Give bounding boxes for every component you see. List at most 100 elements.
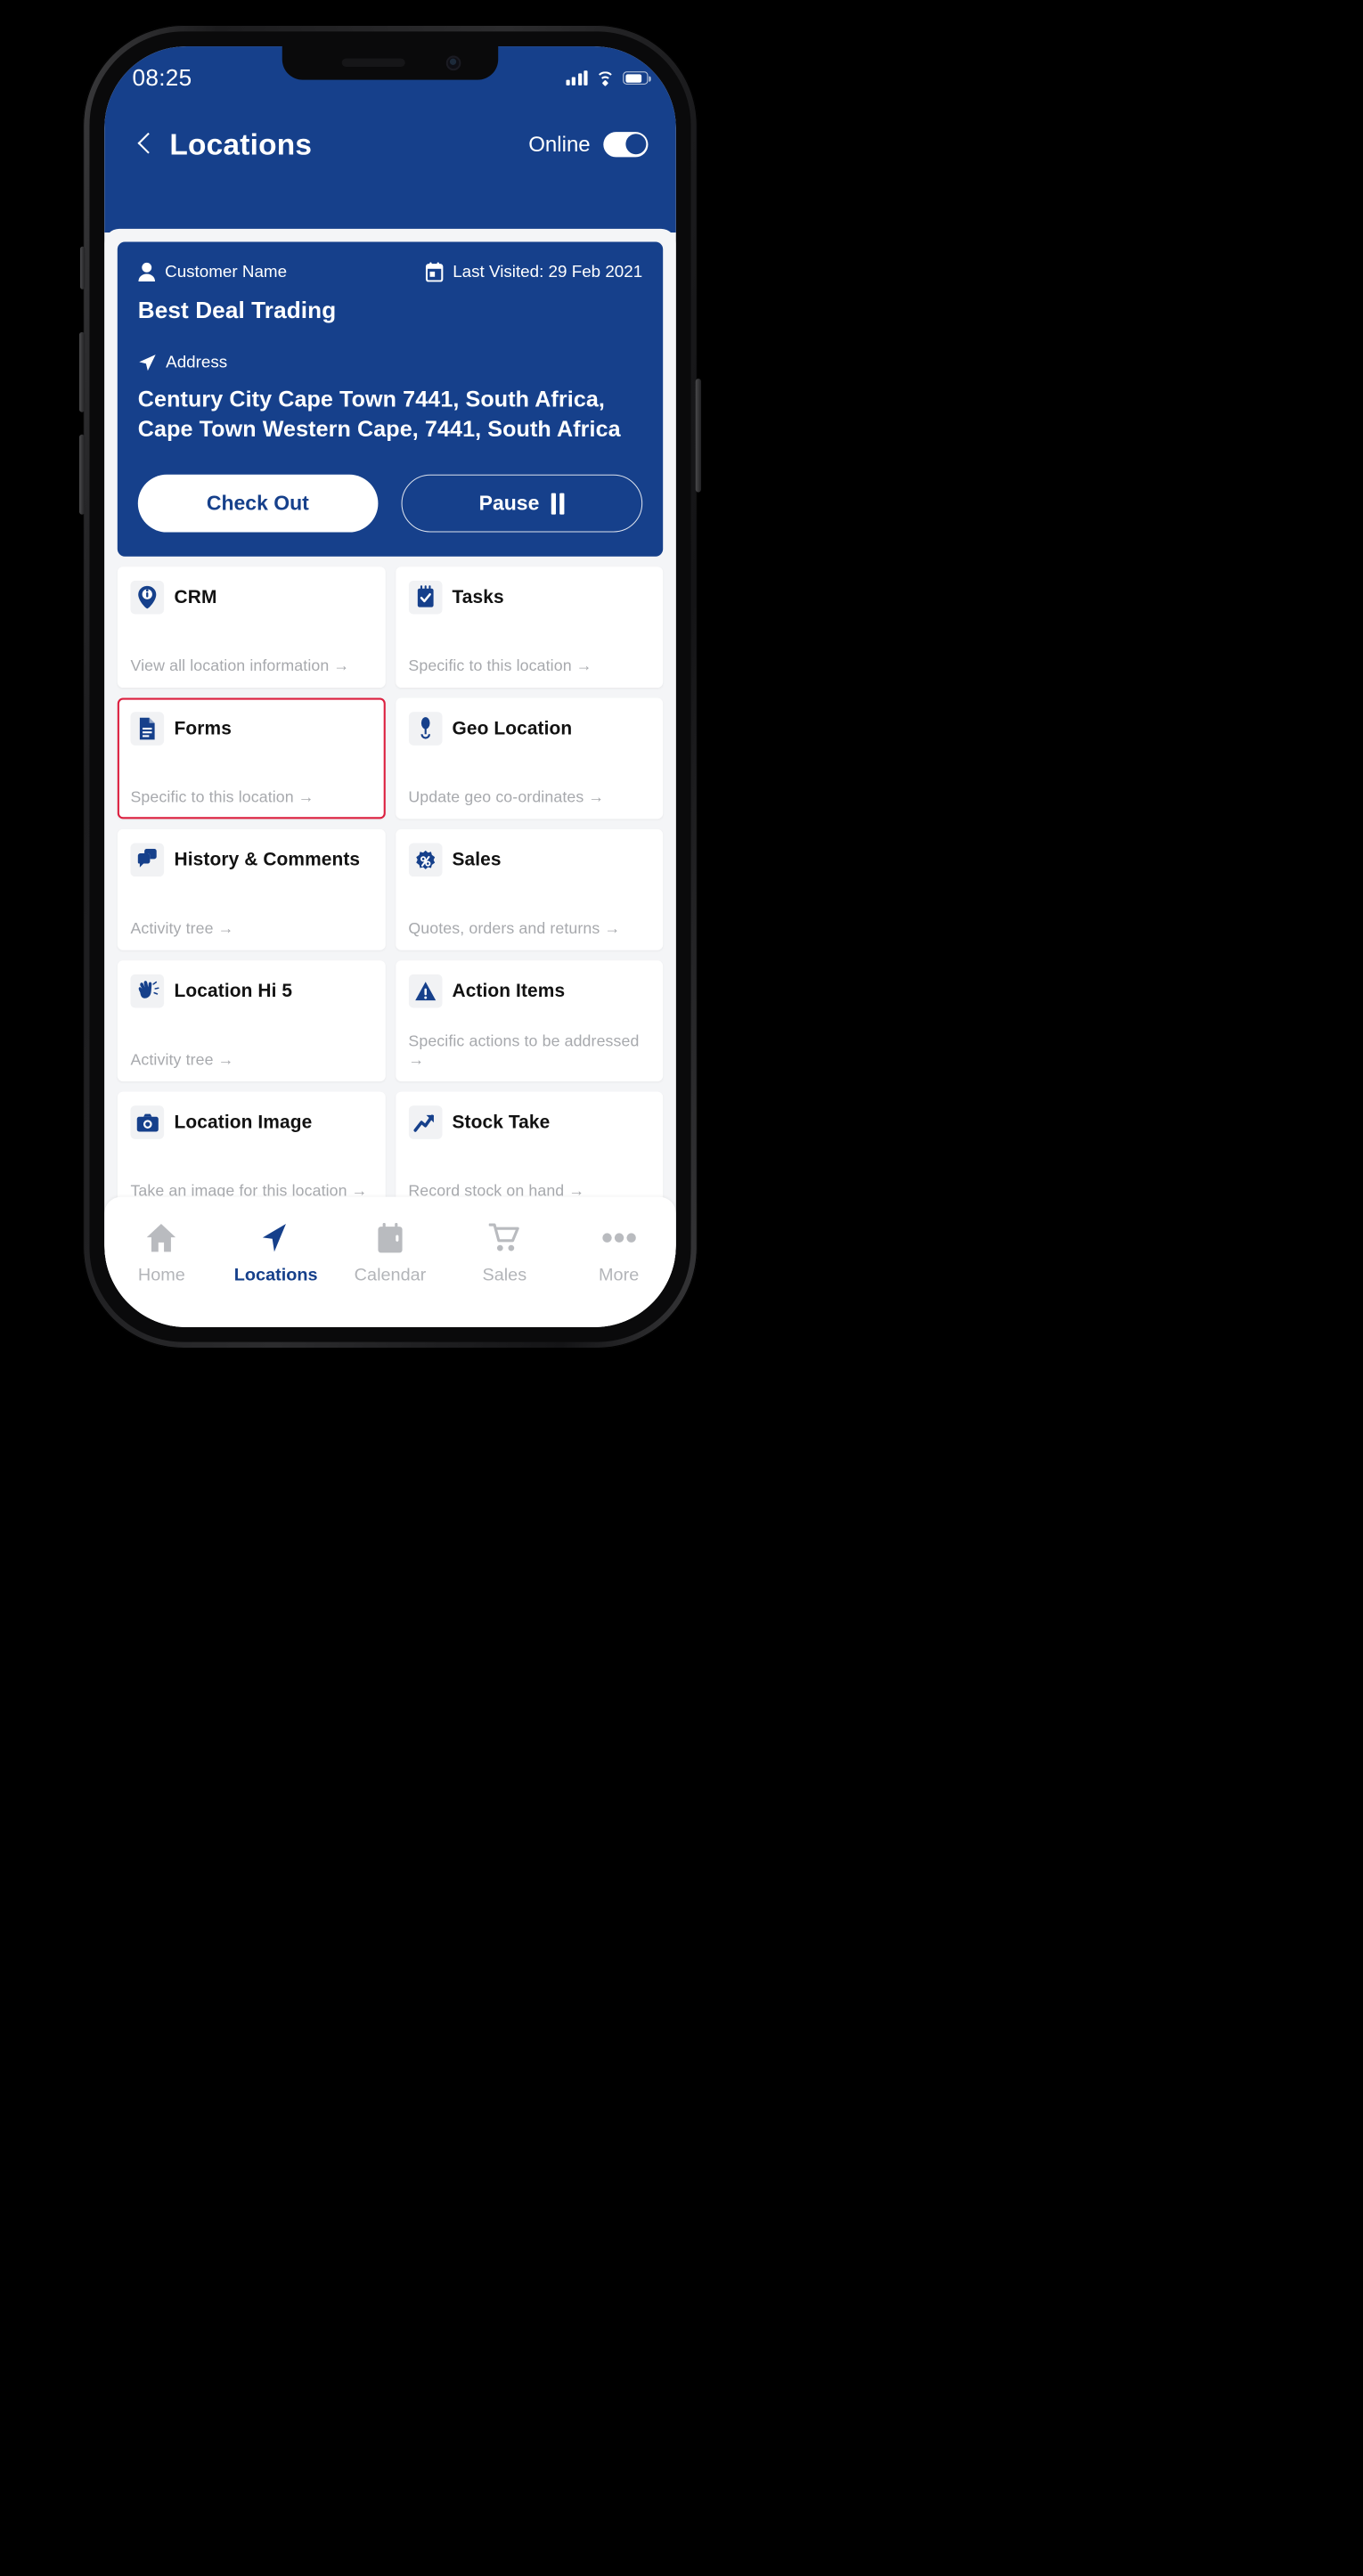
status-bar-icons xyxy=(565,70,651,86)
tile-subtitle: Activity tree → xyxy=(130,1050,234,1069)
tile-title: Location Image xyxy=(174,1112,313,1133)
tile-header: Location Hi 5 xyxy=(130,974,371,1008)
customer-card-actions: Check Out Pause xyxy=(137,475,643,533)
volume-up-button[interactable] xyxy=(78,331,86,412)
customer-name-label-group: Customer Name xyxy=(138,262,288,282)
address-label-group: Address xyxy=(138,353,642,372)
phone-device-frame: 08:25 Locations Online Customer Name Las… xyxy=(78,25,702,1349)
person-icon xyxy=(138,262,156,282)
tile-subtitle: Specific to this location → xyxy=(130,788,314,807)
tile-title: Stock Take xyxy=(452,1112,551,1133)
tile-sales[interactable]: Sales Quotes, orders and returns → xyxy=(395,829,664,951)
tile-title: CRM xyxy=(174,586,217,607)
tile-forms[interactable]: Forms Specific to this location → xyxy=(117,697,386,819)
wifi-icon xyxy=(595,70,615,86)
last-visited-text: Last Visited: 29 Feb 2021 xyxy=(453,262,643,281)
navigation-arrow-icon xyxy=(139,354,156,371)
tile-header: Forms xyxy=(130,712,371,746)
customer-name-label: Customer Name xyxy=(165,262,288,281)
tile-title: Forms xyxy=(174,718,232,739)
ellipsis-icon xyxy=(601,1219,636,1257)
page-title: Locations xyxy=(169,126,313,161)
customer-business-name: Best Deal Trading xyxy=(137,298,337,324)
tile-crm[interactable]: CRM View all location information → xyxy=(117,567,386,689)
online-status-control: Online xyxy=(528,131,649,157)
hand-wave-icon xyxy=(130,974,165,1008)
tile-subtitle: Activity tree → xyxy=(130,919,234,938)
front-camera-icon xyxy=(445,55,461,71)
screenshot-stage: 08:25 Locations Online Customer Name Las… xyxy=(0,0,1363,2576)
check-out-label: Check Out xyxy=(206,491,309,516)
address-label: Address xyxy=(166,352,228,371)
tile-geo-location[interactable]: Geo Location Update geo co-ordinates → xyxy=(395,697,664,819)
status-bar-clock: 08:25 xyxy=(132,64,192,91)
chat-bubbles-icon xyxy=(130,843,165,877)
tile-header: Sales xyxy=(408,843,649,877)
battery-icon xyxy=(623,71,651,85)
geo-pin-icon xyxy=(408,712,442,746)
tile-subtitle: View all location information → xyxy=(130,656,350,675)
tile-header: Geo Location xyxy=(408,712,649,746)
tile-tasks[interactable]: Tasks Specific to this location → xyxy=(395,567,664,689)
tile-subtitle: Specific actions to be addressed → xyxy=(408,1032,640,1069)
warning-triangle-icon xyxy=(408,974,442,1008)
tile-stock-take[interactable]: Stock Take Record stock on hand → xyxy=(395,1091,664,1213)
nav-label: Locations xyxy=(233,1265,318,1285)
nav-item-home[interactable]: Home xyxy=(110,1219,213,1286)
tile-history-comments[interactable]: History & Comments Activity tree → xyxy=(117,829,386,951)
pause-button[interactable]: Pause xyxy=(401,475,643,533)
bottom-navigation-bar: Home Locations Calendar Sales More xyxy=(104,1196,676,1327)
phone-bezel: 08:25 Locations Online Customer Name Las… xyxy=(89,31,691,1342)
home-icon xyxy=(146,1219,178,1257)
last-visited-group: Last Visited: 29 Feb 2021 xyxy=(426,262,643,282)
online-label: Online xyxy=(528,131,591,156)
discount-badge-icon xyxy=(408,843,442,877)
pause-icon xyxy=(551,493,565,515)
nav-item-sales[interactable]: Sales xyxy=(453,1219,556,1286)
power-button[interactable] xyxy=(695,379,702,493)
online-toggle-switch[interactable] xyxy=(603,131,649,157)
tile-title: Sales xyxy=(452,849,502,870)
pause-label: Pause xyxy=(478,491,540,516)
tile-header: Tasks xyxy=(408,581,649,615)
nav-item-more[interactable]: More xyxy=(567,1219,670,1286)
customer-card-top-row: Customer Name Last Visited: 29 Feb 2021 xyxy=(138,262,643,282)
calendar-icon xyxy=(426,262,444,282)
navigation-bar: Locations Online xyxy=(104,102,676,186)
signal-icon xyxy=(565,70,588,86)
nav-label: Sales xyxy=(482,1265,527,1285)
nav-item-calendar[interactable]: Calendar xyxy=(339,1219,442,1286)
map-pin-info-icon xyxy=(130,581,165,615)
calendar-icon xyxy=(376,1219,404,1257)
tile-header: Location Image xyxy=(130,1105,371,1140)
nav-item-locations[interactable]: Locations xyxy=(224,1219,327,1286)
device-notch xyxy=(282,46,499,80)
document-icon xyxy=(130,712,165,746)
volume-down-button[interactable] xyxy=(78,434,86,515)
mute-switch[interactable] xyxy=(80,246,86,289)
tile-header: History & Comments xyxy=(130,843,371,877)
tile-subtitle: Quotes, orders and returns → xyxy=(408,919,621,938)
check-out-button[interactable]: Check Out xyxy=(137,475,378,533)
tile-title: Location Hi 5 xyxy=(174,981,293,1002)
tile-header: CRM xyxy=(130,581,371,615)
address-value: Century City Cape Town 7441, South Afric… xyxy=(137,387,621,443)
tile-title: Geo Location xyxy=(452,718,573,739)
feature-tiles-grid: CRM View all location information → Task… xyxy=(117,567,664,1213)
tile-header: Action Items xyxy=(408,974,649,1008)
tile-title: Action Items xyxy=(452,981,566,1002)
earpiece-speaker xyxy=(341,58,405,68)
nav-label: Home xyxy=(137,1265,185,1285)
tile-action-items[interactable]: Action Items Specific actions to be addr… xyxy=(395,960,664,1082)
nav-label: More xyxy=(598,1265,640,1285)
content-sheet: Customer Name Last Visited: 29 Feb 2021 … xyxy=(104,228,676,1327)
checklist-icon xyxy=(408,581,442,615)
navigation-icon xyxy=(260,1219,292,1257)
nav-label: Calendar xyxy=(354,1265,427,1285)
tile-location-image[interactable]: Location Image Take an image for this lo… xyxy=(117,1091,386,1213)
phone-screen: 08:25 Locations Online Customer Name Las… xyxy=(104,46,676,1327)
chevron-left-icon[interactable] xyxy=(133,132,157,156)
tile-header: Stock Take xyxy=(408,1105,649,1140)
tile-location-hi5[interactable]: Location Hi 5 Activity tree → xyxy=(117,960,386,1082)
tile-subtitle: Specific to this location → xyxy=(408,656,592,675)
